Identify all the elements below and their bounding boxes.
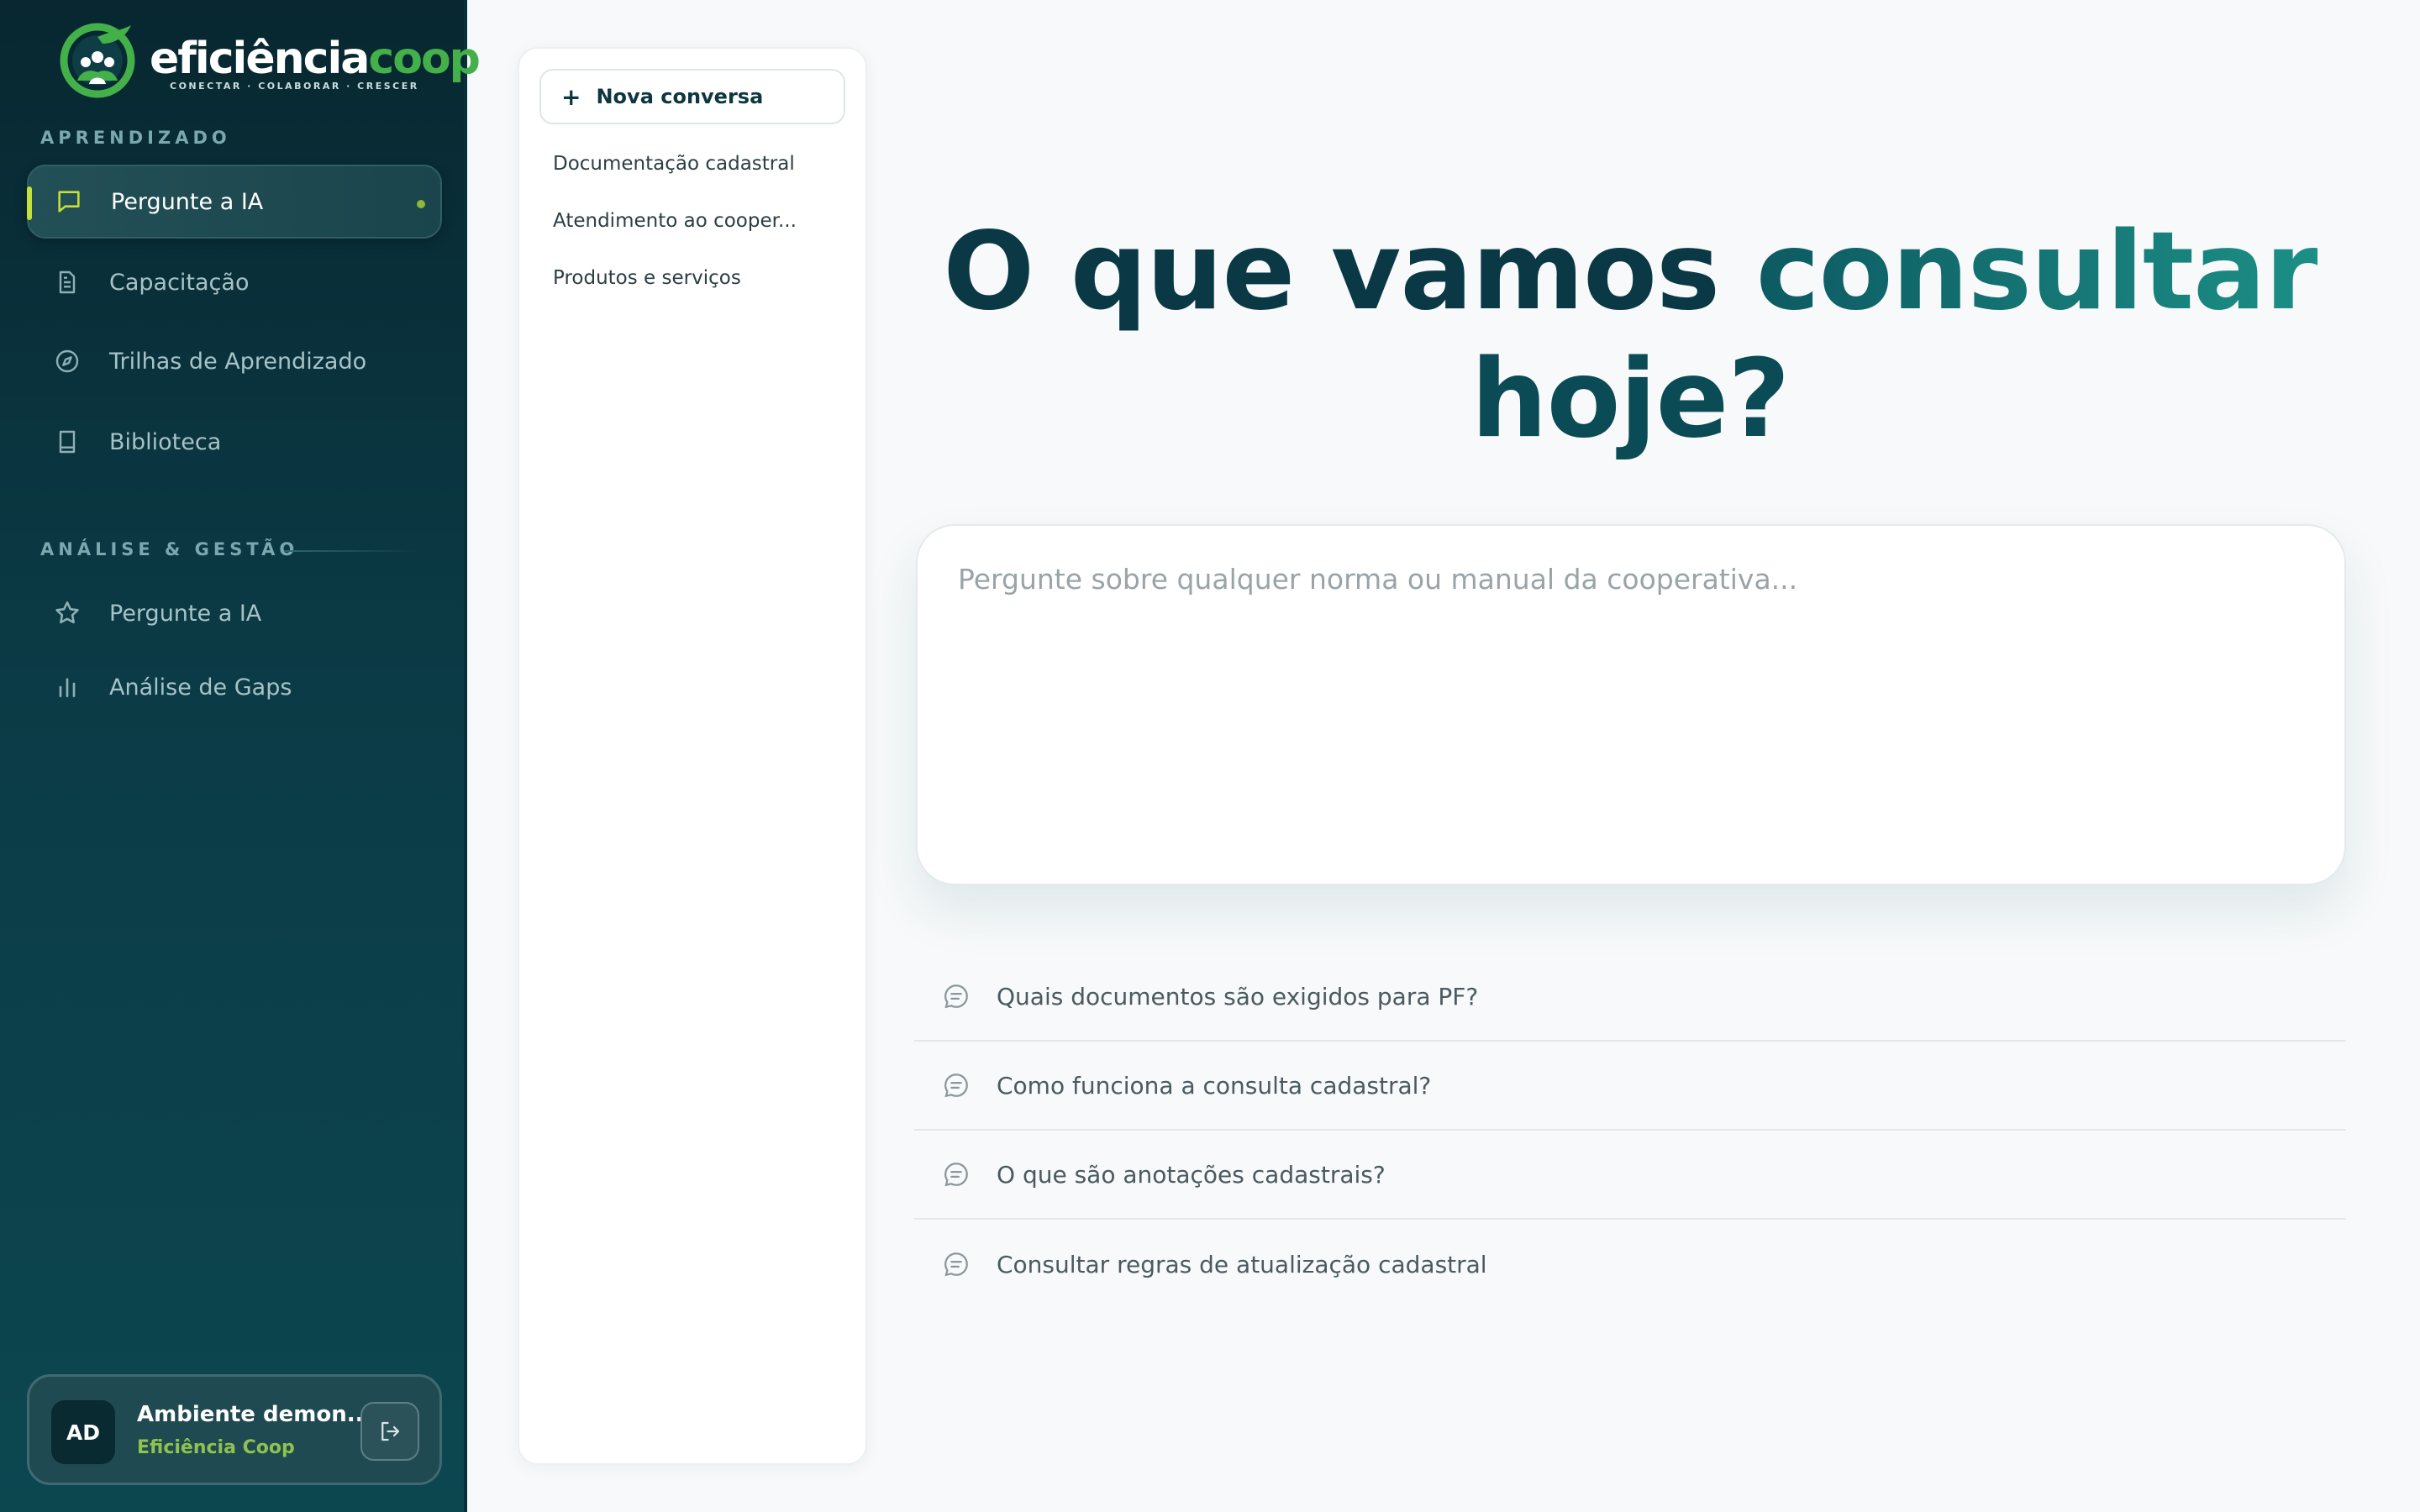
prompt-input[interactable] — [956, 561, 2304, 850]
suggestion-text: O que são anotações cadastrais? — [997, 1160, 1386, 1189]
suggestion-item[interactable]: Consultar regras de atualização cadastra… — [914, 1220, 2346, 1309]
sidebar-item-trilhas[interactable]: Trilhas de Aprendizado — [27, 324, 442, 398]
page-title: O que vamos consultar hoje? — [916, 208, 2344, 464]
suggestion-item[interactable]: Quais documentos são exigidos para PF? — [914, 953, 2346, 1042]
user-name: Ambiente demon... — [137, 1402, 372, 1427]
user-org: Eficiência Coop — [137, 1437, 295, 1458]
sidebar-item-label: Capacitação — [109, 269, 250, 296]
sidebar-item-pergunte-ia[interactable]: Pergunte a IA — [27, 165, 442, 239]
sidebar-item-label: Pergunte a IA — [111, 188, 264, 215]
brand-name-part1: eficiência — [150, 34, 370, 84]
user-card: AD Ambiente demon... Eficiência Coop — [27, 1374, 442, 1485]
star-icon — [52, 598, 82, 628]
chat-bubble-icon — [941, 1249, 971, 1279]
avatar: AD — [51, 1400, 115, 1464]
brand-name: eficiênciacoop — [150, 34, 481, 84]
conversation-item[interactable]: Produtos e serviços — [553, 267, 741, 289]
chat-bubble-icon — [941, 981, 971, 1011]
plus-icon: + — [561, 82, 581, 111]
prompt-box — [916, 524, 2346, 885]
bar-chart-icon — [52, 672, 82, 702]
conversation-item[interactable]: Atendimento ao cooper... — [553, 210, 797, 232]
status-dot — [417, 200, 425, 208]
brand-logo[interactable]: eficiênciacoop CONECTAR · COLABORAR · CR… — [59, 18, 481, 102]
brand-name-part2: coop — [368, 34, 480, 84]
book-icon — [52, 427, 82, 457]
sidebar-item-capacitacao[interactable]: Capacitação — [27, 245, 442, 319]
chat-bubble-icon — [54, 186, 84, 217]
headline-accent: consultar — [1755, 209, 2318, 334]
sidebar-item-label: Pergunte a IA — [109, 600, 262, 627]
suggestion-text: Como funciona a consulta cadastral? — [997, 1071, 1432, 1100]
sidebar-item-label: Análise de Gaps — [109, 674, 292, 701]
suggestion-item[interactable]: Como funciona a consulta cadastral? — [914, 1042, 2346, 1131]
chat-bubble-icon — [941, 1159, 971, 1189]
brand-tagline: CONECTAR · COLABORAR · CRESCER — [170, 81, 419, 92]
section-divider — [284, 550, 418, 552]
sidebar-item-label: Trilhas de Aprendizado — [109, 348, 367, 375]
logout-button[interactable] — [360, 1402, 419, 1461]
sidebar-item-analise-gaps[interactable]: Análise de Gaps — [27, 650, 442, 724]
headline-part1: O que vamos — [943, 209, 1756, 334]
new-conversation-label: Nova conversa — [596, 85, 764, 108]
suggestion-text: Quais documentos são exigidos para PF? — [997, 982, 1479, 1011]
section-label-analise-gestao: ANÁLISE & GESTÃO — [40, 539, 299, 559]
section-label-aprendizado: APRENDIZADO — [40, 128, 231, 148]
suggestion-item[interactable]: O que são anotações cadastrais? — [914, 1131, 2346, 1220]
new-conversation-button[interactable]: + Nova conversa — [539, 69, 845, 124]
sidebar-item-biblioteca[interactable]: Biblioteca — [27, 405, 442, 479]
suggestion-text: Consultar regras de atualização cadastra… — [997, 1250, 1487, 1278]
chat-bubble-icon — [941, 1070, 971, 1100]
logout-icon — [381, 1421, 400, 1441]
conversation-item[interactable]: Documentação cadastral — [553, 153, 795, 175]
logo-mark-icon — [60, 23, 135, 98]
sidebar: eficiênciacoop CONECTAR · COLABORAR · CR… — [0, 0, 481, 1512]
headline-part2: hoje? — [1470, 337, 1791, 462]
conversations-panel: + Nova conversa Documentação cadastral A… — [518, 47, 867, 1465]
active-indicator — [27, 186, 32, 220]
document-icon — [52, 267, 82, 297]
sidebar-item-pergunte-ia-gestao[interactable]: Pergunte a IA — [27, 576, 442, 650]
compass-icon — [52, 346, 82, 376]
sidebar-item-label: Biblioteca — [109, 428, 222, 455]
